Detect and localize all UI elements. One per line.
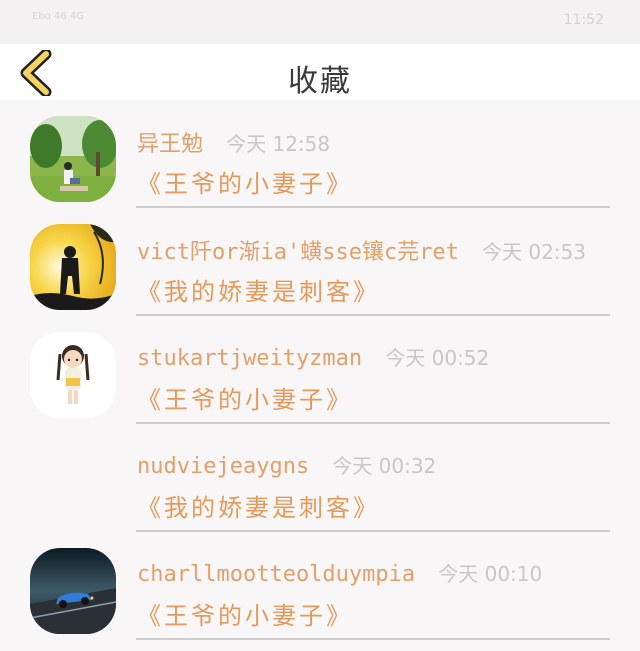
username: nudviejeaygns [137, 454, 310, 479]
avatar[interactable] [30, 332, 116, 418]
list-item[interactable]: nudviejeaygns 今天 00:32 《我的娇妻是刺客》 [0, 432, 640, 540]
username: charllmootteolduympia [137, 562, 416, 587]
book-title: 《王爷的小妻子》 [137, 386, 353, 414]
list-item[interactable]: 异王勉 今天 12:58 《王爷的小妻子》 [0, 108, 640, 216]
divider [136, 422, 610, 424]
username: vict阡or渐ia'蟥sse镶c芫ret [137, 240, 459, 265]
timestamp: 今天 02:53 [482, 240, 587, 264]
avatar[interactable] [30, 548, 116, 634]
timestamp: 今天 00:10 [438, 562, 543, 586]
avatar[interactable] [30, 116, 116, 202]
book-title: 《王爷的小妻子》 [137, 602, 353, 630]
list-item[interactable]: charllmootteolduympia 今天 00:10 《王爷的小妻子》 [0, 540, 640, 648]
divider [136, 206, 610, 208]
status-bar-clock: 11:52 [563, 12, 604, 28]
status-bar: Ebo 46 4G 11:52 [0, 0, 640, 44]
username: 异王勉 [137, 132, 204, 157]
book-title: 《我的娇妻是刺客》 [137, 494, 380, 522]
item-meta: nudviejeaygns 今天 00:32 [137, 450, 436, 479]
avatar[interactable] [30, 224, 116, 310]
status-bar-carrier: Ebo 46 4G [32, 11, 84, 22]
page-title: 收藏 [288, 64, 352, 99]
timestamp: 今天 00:52 [385, 346, 490, 370]
item-meta: 异王勉 今天 12:58 [137, 126, 330, 158]
divider [136, 530, 610, 532]
divider [136, 638, 610, 640]
divider [136, 314, 610, 316]
item-meta: stukartjweityzman 今天 00:52 [137, 342, 489, 371]
timestamp: 今天 00:32 [332, 454, 437, 478]
item-meta: vict阡or渐ia'蟥sse镶c芫ret 今天 02:53 [137, 234, 586, 266]
item-meta: charllmootteolduympia 今天 00:10 [137, 558, 542, 587]
book-title: 《我的娇妻是刺客》 [137, 278, 380, 306]
book-title: 《王爷的小妻子》 [137, 170, 353, 198]
list-item[interactable]: stukartjweityzman 今天 00:52 《王爷的小妻子》 [0, 324, 640, 432]
header: 收藏 [0, 44, 640, 100]
timestamp: 今天 12:58 [226, 132, 331, 156]
list-item[interactable]: vict阡or渐ia'蟥sse镶c芫ret 今天 02:53 《我的娇妻是刺客》 [0, 216, 640, 324]
username: stukartjweityzman [137, 346, 363, 371]
